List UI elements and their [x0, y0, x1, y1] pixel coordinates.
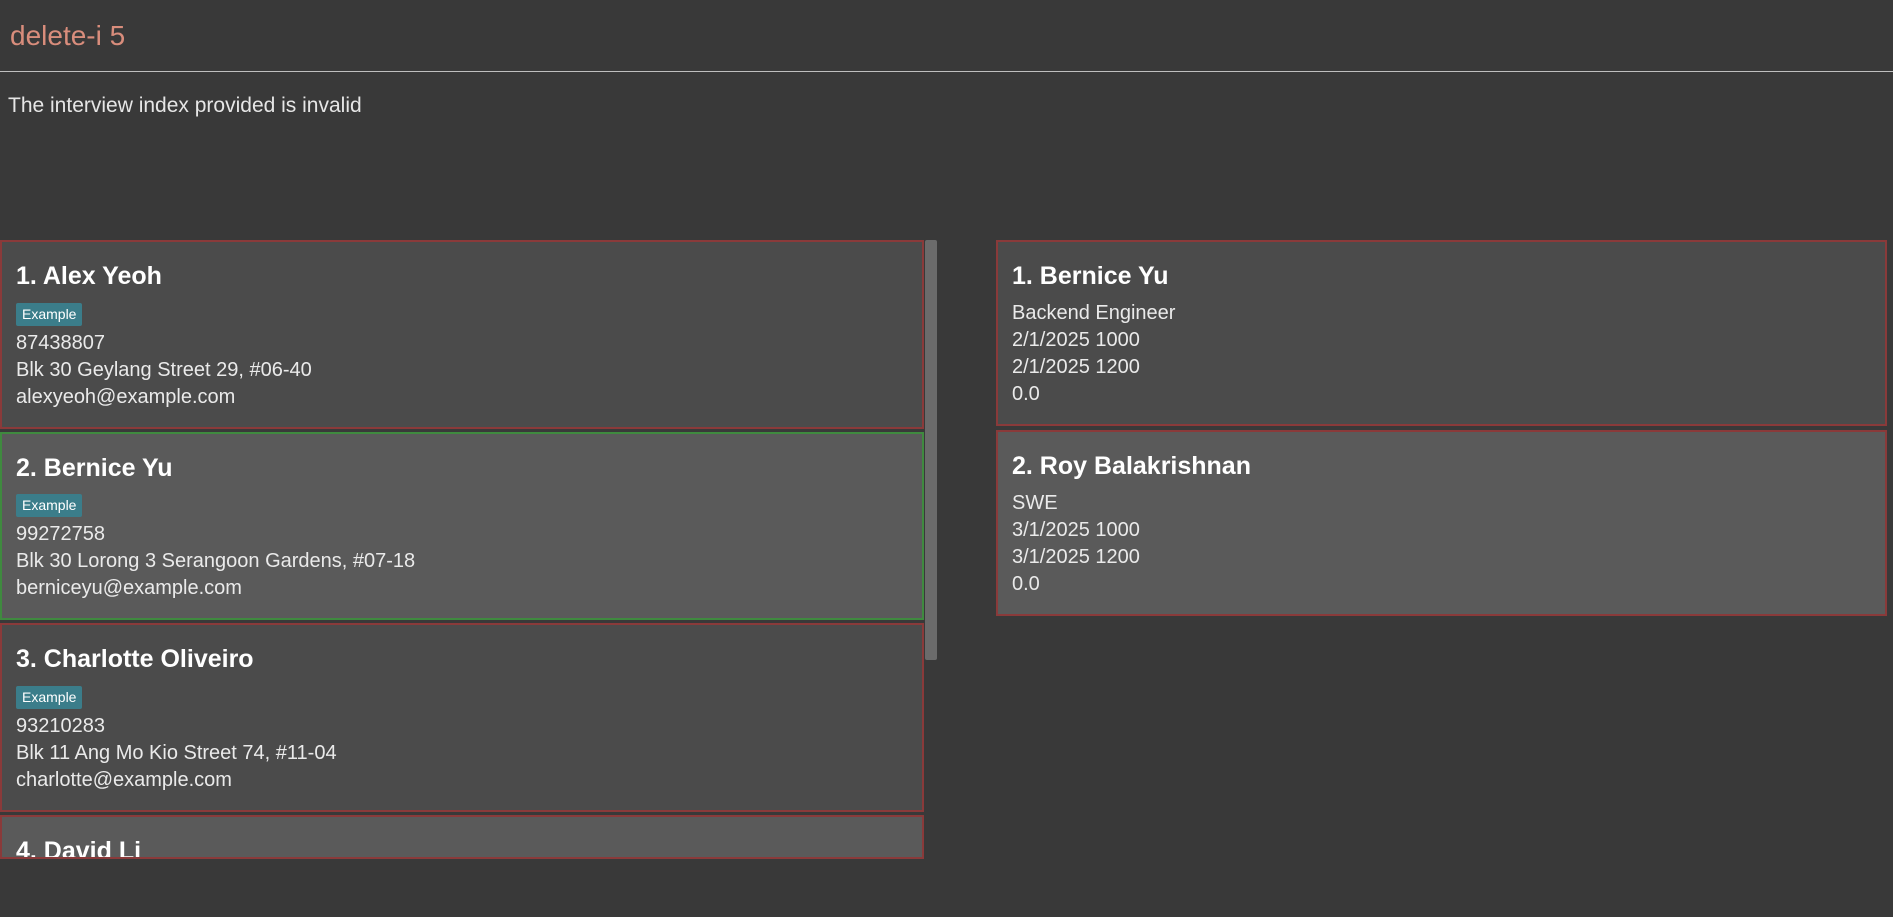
interview-list: 1. Bernice Yu Backend Engineer2/1/2025 10… — [996, 240, 1893, 917]
person-title: 4. David Li — [16, 835, 908, 859]
person-address: Blk 11 Ang Mo Kio Street 74, #11-04 — [16, 740, 908, 767]
person-name: Charlotte Oliveiro — [37, 645, 254, 673]
person-tag: Example — [16, 303, 82, 326]
interview-score: 0.0 — [1012, 571, 1871, 598]
person-phone: 99272758 — [16, 521, 908, 548]
result-display: The interview index provided is invalid — [0, 72, 1893, 240]
interview-start: 2/1/2025 1000 — [1012, 327, 1871, 354]
command-bar — [0, 0, 1893, 72]
person-index: 3. — [16, 645, 37, 673]
person-email: charlotte@example.com — [16, 767, 908, 794]
lists-area: 1. Alex Yeoh Example 87438807Blk 30 Geylan… — [0, 240, 1893, 917]
person-address: Blk 30 Geylang Street 29, #06-40 — [16, 357, 908, 384]
interview-name: Roy Balakrishnan — [1033, 452, 1251, 480]
interview-name: Bernice Yu — [1033, 262, 1169, 290]
person-index: 1. — [16, 262, 37, 290]
interview-role: SWE — [1012, 490, 1871, 517]
interview-title: 2. Roy Balakrishnan — [1012, 450, 1871, 484]
person-email: alexyeoh@example.com — [16, 384, 908, 411]
person-panel: 1. Alex Yeoh Example 87438807Blk 30 Geylan… — [0, 240, 938, 917]
person-tag: Example — [16, 686, 82, 709]
person-name: David Li — [37, 837, 141, 859]
person-name: Bernice Yu — [37, 454, 173, 482]
interview-start: 3/1/2025 1000 — [1012, 517, 1871, 544]
person-phone: 93210283 — [16, 713, 908, 740]
interview-end: 2/1/2025 1200 — [1012, 354, 1871, 381]
person-title: 3. Charlotte Oliveiro — [16, 643, 908, 677]
person-name: Alex Yeoh — [37, 262, 162, 290]
interview-index: 2. — [1012, 452, 1033, 480]
command-input[interactable] — [10, 16, 1883, 56]
person-scrollbar-thumb[interactable] — [925, 240, 937, 660]
interview-index: 1. — [1012, 262, 1033, 290]
person-list: 1. Alex Yeoh Example 87438807Blk 30 Geylan… — [0, 240, 924, 917]
person-tag: Example — [16, 494, 82, 517]
person-index: 4. — [16, 837, 37, 859]
person-scrollbar[interactable] — [924, 240, 938, 917]
interview-card[interactable]: 1. Bernice Yu Backend Engineer2/1/2025 10… — [996, 240, 1887, 426]
person-title: 1. Alex Yeoh — [16, 260, 908, 294]
person-title: 2. Bernice Yu — [16, 452, 908, 486]
result-message: The interview index provided is invalid — [8, 94, 362, 117]
person-phone: 87438807 — [16, 330, 908, 357]
person-index: 2. — [16, 454, 37, 482]
interview-score: 0.0 — [1012, 381, 1871, 408]
person-card[interactable]: 3. Charlotte Oliveiro Example 93210283Blk … — [0, 623, 924, 812]
interview-title: 1. Bernice Yu — [1012, 260, 1871, 294]
person-address: Blk 30 Lorong 3 Serangoon Gardens, #07-1… — [16, 548, 908, 575]
person-card[interactable]: 4. David Li — [0, 815, 924, 859]
person-card[interactable]: 1. Alex Yeoh Example 87438807Blk 30 Geylan… — [0, 240, 924, 429]
interview-card[interactable]: 2. Roy Balakrishnan SWE3/1/2025 10003/1/2… — [996, 430, 1887, 616]
interview-role: Backend Engineer — [1012, 300, 1871, 327]
interview-end: 3/1/2025 1200 — [1012, 544, 1871, 571]
person-card[interactable]: 2. Bernice Yu Example 99272758Blk 30 Loron… — [0, 432, 924, 621]
person-email: berniceyu@example.com — [16, 575, 908, 602]
